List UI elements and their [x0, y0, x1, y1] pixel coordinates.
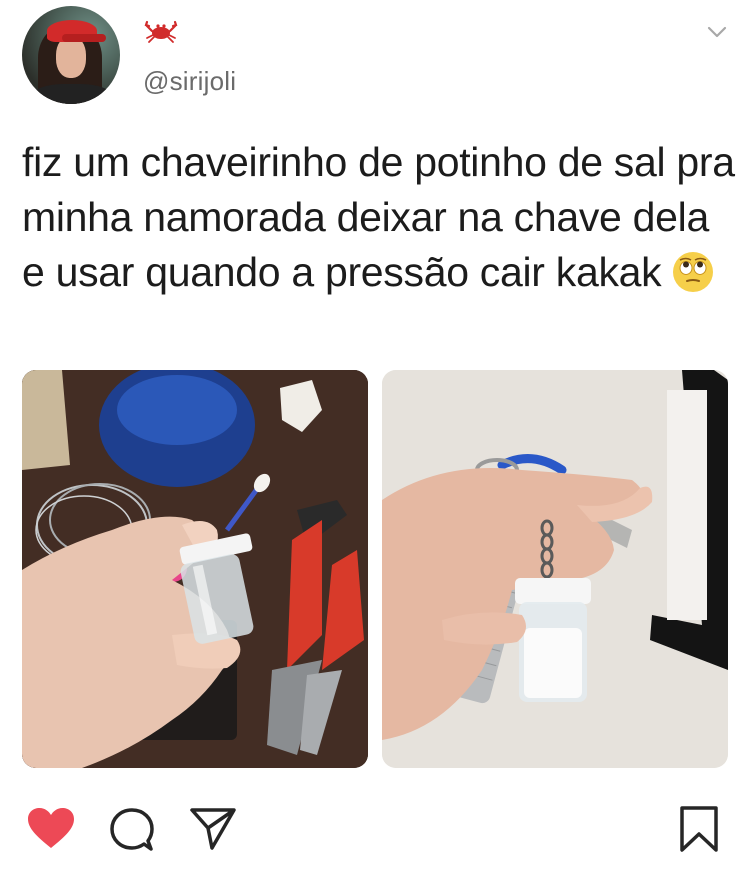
post-image-left[interactable]	[22, 370, 368, 768]
post-text: fiz um chaveirinho de potinho de sal pra…	[22, 135, 737, 300]
rolling-eyes-emoji-icon	[673, 252, 714, 292]
post-text-content: fiz um chaveirinho de potinho de sal pra…	[22, 139, 735, 295]
chevron-down-icon[interactable]	[706, 22, 728, 42]
avatar[interactable]	[22, 6, 120, 104]
bookmark-icon[interactable]	[678, 804, 720, 854]
heart-icon[interactable]	[26, 806, 76, 850]
left-photo-illustration	[22, 370, 368, 768]
crab-emoji-icon	[144, 20, 178, 43]
post-image-right[interactable]	[382, 370, 728, 768]
right-photo-illustration	[382, 370, 728, 768]
comment-icon[interactable]	[108, 806, 156, 852]
author-handle[interactable]: @sirijoli	[143, 66, 236, 97]
action-bar	[0, 800, 749, 860]
share-icon[interactable]	[188, 806, 238, 852]
